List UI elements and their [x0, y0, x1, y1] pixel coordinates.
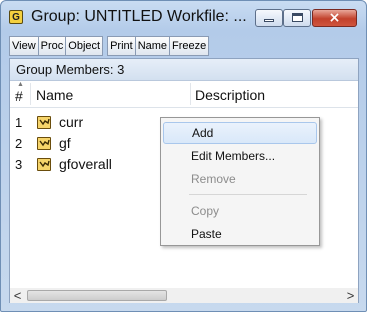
menu-item-paste[interactable]: Paste: [163, 223, 317, 245]
column-divider[interactable]: [30, 83, 31, 105]
close-button[interactable]: ×: [312, 9, 357, 27]
title-bar[interactable]: G Group: UNTITLED Workfile: ... ×: [1, 1, 366, 33]
minimize-button[interactable]: [255, 9, 283, 27]
freeze-button[interactable]: Freeze: [169, 36, 210, 56]
group-app-icon: G: [9, 10, 23, 24]
minimize-icon: [264, 19, 274, 22]
series-name: gf: [59, 135, 71, 151]
menu-item-edit-members[interactable]: Edit Members...: [163, 145, 317, 167]
table-header: ▲ # Name Description: [10, 81, 358, 108]
object-button[interactable]: Object: [65, 36, 104, 56]
series-icon: [37, 158, 51, 171]
series-icon: [37, 116, 51, 129]
context-menu: Add Edit Members... Remove Copy Paste: [160, 117, 320, 246]
row-number: 2: [15, 136, 23, 151]
proc-button[interactable]: Proc: [37, 36, 67, 56]
row-number: 1: [15, 115, 23, 130]
header-description[interactable]: Description: [195, 87, 265, 103]
menu-item-add[interactable]: Add: [163, 122, 317, 144]
close-icon: ×: [328, 10, 341, 26]
series-name: curr: [59, 114, 84, 130]
scroll-left-arrow-icon[interactable]: <: [10, 288, 25, 303]
column-divider[interactable]: [190, 83, 191, 105]
menu-item-remove[interactable]: Remove: [163, 168, 317, 190]
horizontal-scrollbar[interactable]: < >: [10, 288, 358, 303]
scrollbar-thumb[interactable]: [27, 290, 167, 301]
group-members-status: Group Members: 3: [10, 59, 358, 81]
maximize-button[interactable]: [283, 9, 311, 27]
view-button[interactable]: View: [9, 36, 39, 56]
menu-item-copy[interactable]: Copy: [163, 200, 317, 222]
name-button[interactable]: Name: [134, 36, 171, 56]
scroll-right-arrow-icon[interactable]: >: [343, 288, 358, 303]
sort-arrow-icon: ▲: [17, 81, 24, 88]
menu-separator: [189, 194, 307, 195]
header-number[interactable]: #: [15, 88, 23, 104]
toolbar: View Proc Object Print Name Freeze: [9, 36, 210, 56]
header-name[interactable]: Name: [36, 87, 73, 103]
row-number: 3: [15, 157, 23, 172]
series-icon: [37, 137, 51, 150]
window-title: Group: UNTITLED Workfile: ...: [31, 8, 247, 25]
series-name: gfoverall: [59, 156, 112, 172]
maximize-icon: [292, 13, 303, 22]
print-button[interactable]: Print: [107, 36, 136, 56]
